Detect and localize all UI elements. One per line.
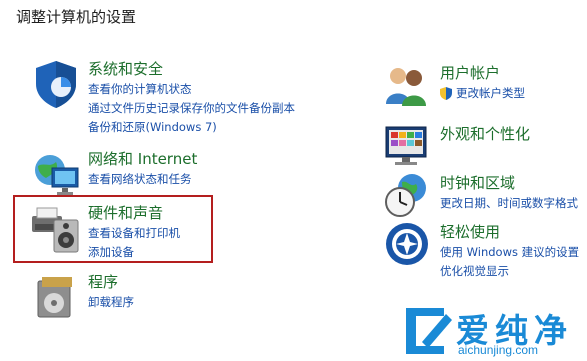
link-devices-printers[interactable]: 查看设备和打印机 (88, 224, 180, 243)
link-backup-restore[interactable]: 备份和还原(Windows 7) (88, 118, 295, 137)
category-name[interactable]: 网络和 Internet (88, 148, 197, 169)
link-label: 更改帐户类型 (456, 86, 525, 100)
uac-shield-icon (440, 87, 452, 100)
link-date-time-format[interactable]: 更改日期、时间或数字格式 (440, 194, 578, 213)
link-optimize-visual-display[interactable]: 优化视觉显示 (440, 262, 579, 281)
link-view-computer-status[interactable]: 查看你的计算机状态 (88, 80, 295, 99)
printer-speaker-icon (32, 207, 79, 253)
monitor-palette-icon (385, 126, 427, 165)
category-name[interactable]: 轻松使用 (440, 221, 500, 242)
network-globe-icon (35, 155, 79, 195)
category-name[interactable]: 系统和安全 (88, 58, 163, 79)
link-file-history[interactable]: 通过文件历史记录保存你的文件备份副本 (88, 99, 295, 118)
category-name[interactable]: 硬件和声音 (88, 202, 163, 223)
link-network-status[interactable]: 查看网络状态和任务 (88, 170, 192, 189)
category-name[interactable]: 用户帐户 (440, 62, 500, 83)
watermark: 爱纯净 aichunjing.com (398, 300, 583, 360)
page-title: 调整计算机的设置 (16, 8, 137, 26)
link-add-device[interactable]: 添加设备 (88, 243, 180, 262)
category-name[interactable]: 程序 (88, 271, 118, 292)
users-icon (386, 68, 426, 106)
ease-of-access-icon (386, 223, 428, 265)
watermark-url: aichunjing.com (458, 343, 539, 357)
clock-globe-icon (385, 174, 426, 217)
link-recommended-settings[interactable]: 使用 Windows 建议的设置 (440, 243, 579, 262)
link-change-account-type[interactable]: 更改帐户类型 (440, 84, 525, 103)
watermark-logo-icon (406, 308, 452, 354)
category-name[interactable]: 时钟和区域 (440, 172, 515, 193)
programs-icon (37, 277, 72, 318)
shield-icon (36, 61, 76, 108)
category-name[interactable]: 外观和个性化 (440, 123, 530, 144)
link-uninstall-program[interactable]: 卸载程序 (88, 293, 134, 312)
